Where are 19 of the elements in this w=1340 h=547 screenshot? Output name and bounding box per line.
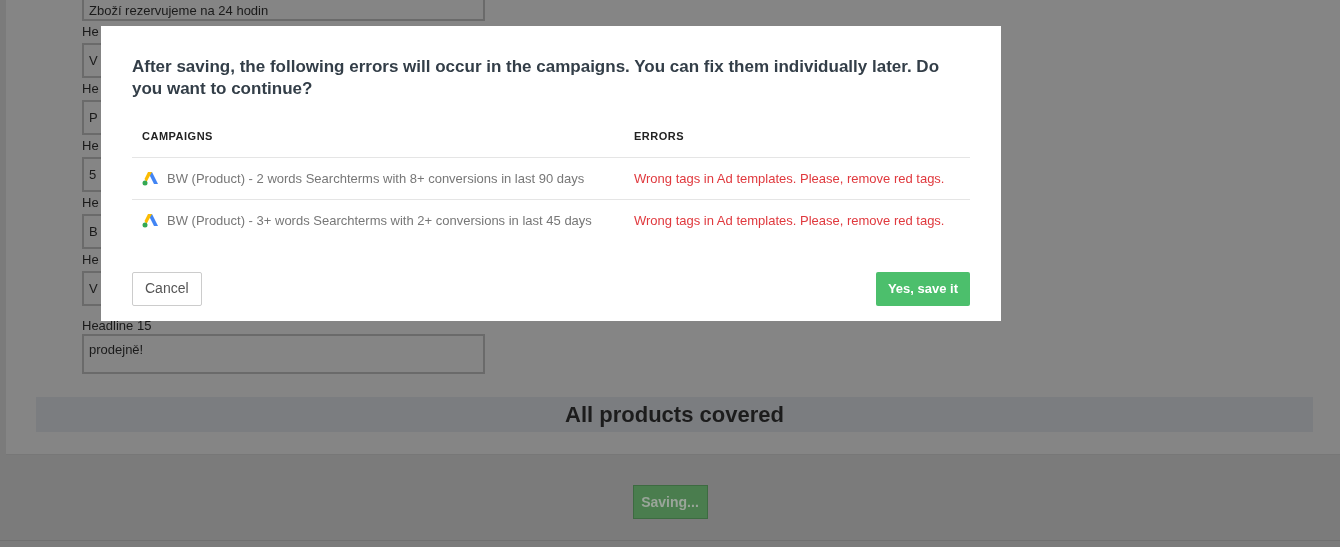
- error-message: Wrong tags in Ad templates. Please, remove red tags.: [624, 157, 970, 200]
- column-header: CAMPAIGNS: [132, 116, 624, 157]
- field-label: He: [82, 194, 99, 212]
- error-message: Wrong tags in Ad templates. Please, remove red tags.: [624, 199, 970, 242]
- text-field[interactable]: prodejně!: [82, 334, 485, 374]
- cancel-button[interactable]: Cancel: [132, 271, 202, 306]
- ads-logo-icon: [142, 213, 159, 229]
- campaign-name: BW (Product) - 3+ words Searchterms with 2+ conversions in last 45 days: [167, 212, 592, 230]
- field-label: He: [82, 23, 99, 41]
- column-header: ERRORS: [624, 116, 970, 157]
- campaign-name: BW (Product) - 2 words Searchterms with 8+ conversions in last 90 days: [167, 169, 585, 188]
- text-field[interactable]: Zboží rezervujeme na 24 hodin: [82, 0, 485, 21]
- field-label: Headline 15: [82, 319, 152, 333]
- coverage-banner: All products covered: [36, 397, 1313, 432]
- field-label: He: [82, 137, 99, 155]
- ads-logo-icon: [142, 170, 159, 186]
- field-label: He: [82, 251, 99, 269]
- dialog-message: After saving, the following errors will occur in the campaigns. You can fix them individually later. Do you want to continue?: [132, 56, 941, 100]
- field-label: He: [82, 80, 99, 98]
